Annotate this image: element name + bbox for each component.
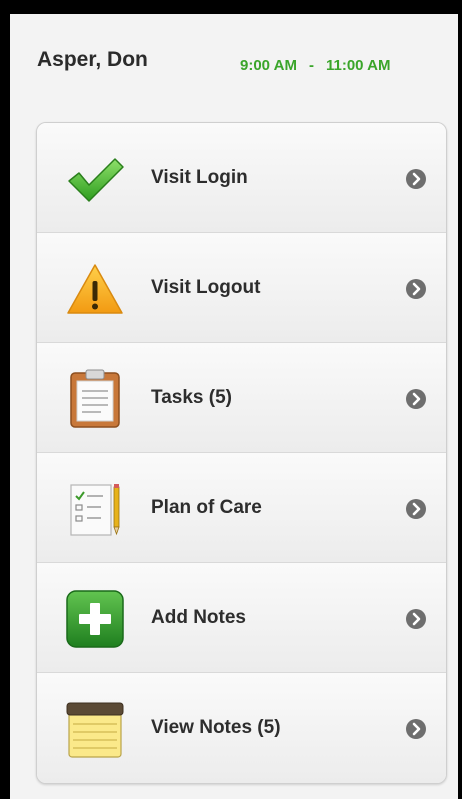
- start-time: 9:00 AM: [240, 57, 297, 74]
- clipboard-icon: [65, 369, 125, 429]
- menu-item-label: Add Notes: [151, 607, 246, 628]
- menu-item-label: Visit Login: [151, 167, 248, 188]
- menu-item-view-notes[interactable]: View Notes (5): [37, 673, 446, 783]
- menu-item-plan-of-care[interactable]: Plan of Care: [37, 453, 446, 563]
- warning-icon: [65, 259, 125, 319]
- chevron-right-icon: [406, 169, 426, 189]
- chevron-right-icon: [406, 719, 426, 739]
- chevron-right-icon: [406, 279, 426, 299]
- checklist-icon: [65, 479, 125, 539]
- checkmark-icon: [65, 149, 125, 209]
- menu-item-label: Visit Logout: [151, 277, 261, 298]
- visit-menu: Visit Login Visit Logout Tasks (5) Plan …: [36, 122, 447, 784]
- visit-header: Asper, Don 9:00 AM -11:00 AM: [10, 14, 458, 110]
- menu-item-visit-login[interactable]: Visit Login: [37, 123, 446, 233]
- menu-item-label: Tasks (5): [151, 387, 232, 408]
- visit-time-range: 9:00 AM -11:00 AM: [240, 57, 390, 74]
- app-screen: Asper, Don 9:00 AM-11:00 AM Visit Login: [10, 14, 458, 799]
- patient-name: Asper, Don: [37, 48, 148, 71]
- time-separator: -: [308, 57, 314, 74]
- menu-item-label: View Notes (5): [151, 717, 281, 738]
- chevron-right-icon: [406, 499, 426, 519]
- chevron-right-icon: [406, 389, 426, 409]
- add-icon: [65, 589, 125, 649]
- menu-item-label: Plan of Care: [151, 497, 262, 518]
- menu-item-tasks[interactable]: Tasks (5): [37, 343, 446, 453]
- chevron-right-icon: [406, 609, 426, 629]
- menu-item-add-notes[interactable]: Add Notes: [37, 563, 446, 673]
- menu-item-visit-logout[interactable]: Visit Logout: [37, 233, 446, 343]
- notepad-icon: [65, 699, 125, 759]
- end-time: 11:00 AM: [325, 57, 391, 74]
